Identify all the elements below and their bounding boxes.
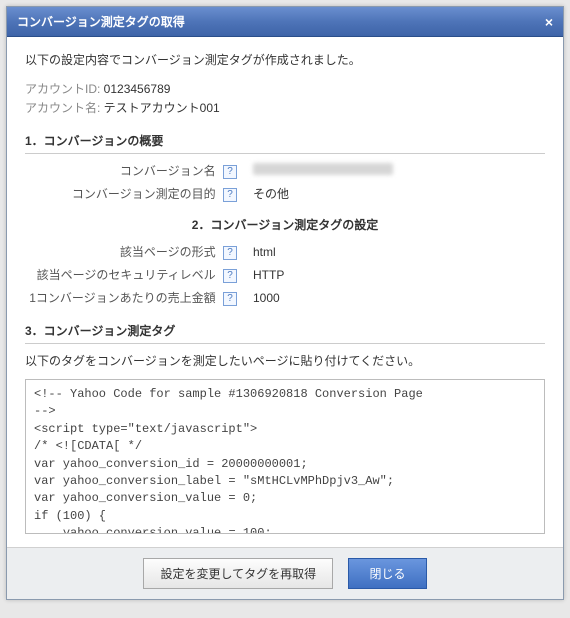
label-page-format-text: 該当ページの形式 (120, 245, 216, 259)
section-3-header: 3．コンバージョン測定タグ (25, 316, 545, 344)
label-conversion-name-text: コンバージョン名 (120, 164, 216, 178)
help-icon[interactable]: ? (223, 165, 237, 179)
account-id-label: アカウントID: (25, 82, 104, 96)
row-conversion-price: 1コンバージョンあたりの売上金額 ? 1000 (25, 289, 545, 306)
section-1-header: 1．コンバージョンの概要 (25, 126, 545, 154)
value-conversion-name (245, 163, 393, 178)
help-icon[interactable]: ? (223, 188, 237, 202)
label-conversion-price-text: 1コンバージョンあたりの売上金額 (29, 291, 215, 305)
dialog-footer: 設定を変更してタグを再取得 閉じる (7, 547, 563, 599)
intro-text: 以下の設定内容でコンバージョン測定タグが作成されました。 (25, 51, 545, 68)
reget-tag-button[interactable]: 設定を変更してタグを再取得 (143, 558, 333, 589)
account-name-label: アカウント名: (25, 101, 104, 115)
conversion-tag-code[interactable] (25, 379, 545, 534)
row-security-level: 該当ページのセキュリティレベル ? HTTP (25, 266, 545, 283)
help-icon[interactable]: ? (223, 246, 237, 260)
label-conversion-name: コンバージョン名 ? (25, 162, 245, 179)
value-conversion-purpose: その他 (245, 185, 289, 202)
value-security-level: HTTP (245, 268, 284, 282)
label-conversion-price: 1コンバージョンあたりの売上金額 ? (25, 289, 245, 306)
account-name-value: テストアカウント001 (104, 101, 220, 115)
account-name-row: アカウント名: テストアカウント001 (25, 99, 545, 116)
section-2-header: 2．コンバージョン測定タグの設定 (25, 216, 545, 233)
value-conversion-price: 1000 (245, 291, 280, 305)
account-id-row: アカウントID: 0123456789 (25, 80, 545, 97)
titlebar: コンバージョン測定タグの取得 × (7, 7, 563, 37)
row-page-format: 該当ページの形式 ? html (25, 243, 545, 260)
dialog-title: コンバージョン測定タグの取得 (17, 13, 545, 30)
close-icon[interactable]: × (545, 15, 553, 29)
row-conversion-name: コンバージョン名 ? (25, 162, 545, 179)
redacted-value (253, 163, 393, 175)
label-conversion-purpose: コンバージョン測定の目的 ? (25, 185, 245, 202)
help-icon[interactable]: ? (223, 292, 237, 306)
help-icon[interactable]: ? (223, 269, 237, 283)
close-button[interactable]: 閉じる (348, 558, 426, 589)
tag-instruction: 以下のタグをコンバージョンを測定したいページに貼り付けてください。 (25, 352, 545, 369)
dialog: コンバージョン測定タグの取得 × 以下の設定内容でコンバージョン測定タグが作成さ… (6, 6, 564, 600)
dialog-content: 以下の設定内容でコンバージョン測定タグが作成されました。 アカウントID: 01… (7, 37, 563, 547)
account-id-value: 0123456789 (104, 82, 171, 96)
label-security-level: 該当ページのセキュリティレベル ? (25, 266, 245, 283)
label-conversion-purpose-text: コンバージョン測定の目的 (72, 187, 216, 201)
row-conversion-purpose: コンバージョン測定の目的 ? その他 (25, 185, 545, 202)
label-security-level-text: 該当ページのセキュリティレベル (37, 268, 216, 282)
label-page-format: 該当ページの形式 ? (25, 243, 245, 260)
value-page-format: html (245, 245, 276, 259)
